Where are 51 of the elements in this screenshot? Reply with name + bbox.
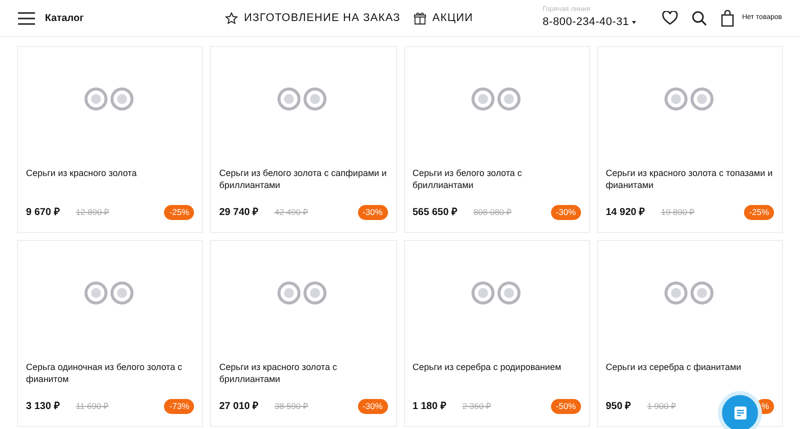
product-card[interactable]: Серьги из красного золота с бриллиантами 27 010 ₽ 38 590 ₽ -30%: [210, 240, 396, 427]
product-card[interactable]: Серьги из красного золота 9 670 ₽ 12 890 ₽ -25%: [17, 46, 204, 233]
gift-icon: [414, 12, 426, 24]
product-card[interactable]: Серьги из серебра с родированием 1 180 ₽ 2 360 ₽ -50%: [404, 240, 590, 427]
heart-icon[interactable]: [662, 11, 678, 25]
menu-icon[interactable]: [18, 12, 35, 24]
product-card[interactable]: Серьги из белого золота с сапфирами и бриллиантами 29 740 ₽ 42 490 ₽ -30%: [210, 46, 396, 233]
price: 14 920 ₽: [606, 206, 646, 220]
discount-badge: -30%: [358, 399, 388, 414]
search-icon[interactable]: [692, 10, 708, 26]
price: 3 130 ₽: [26, 400, 60, 414]
price: 29 740 ₽: [219, 206, 259, 220]
discount-badge: -73%: [164, 399, 194, 414]
catalog-link[interactable]: Каталог: [45, 10, 84, 26]
discount-badge: -30%: [550, 205, 581, 220]
discount-badge: -30%: [358, 205, 388, 220]
old-price: 42 490 ₽: [274, 206, 308, 219]
price: 1 180 ₽: [412, 400, 446, 414]
star-icon: [225, 12, 238, 24]
price: 9 670 ₽: [26, 206, 60, 220]
product-title[interactable]: Серьги из красного золота: [26, 167, 194, 191]
product-card[interactable]: Серьги из белого золота с бриллиантами 565 650 ₽ 808 080 ₽ -30%: [404, 46, 590, 233]
product-title[interactable]: Серьги из белого золота с сапфирами и бриллиантами: [219, 167, 388, 191]
old-price: 12 890 ₽: [76, 206, 110, 219]
discount-badge: -25%: [744, 205, 774, 220]
document-icon: [734, 406, 746, 420]
old-price: 19 890 ₽: [661, 206, 694, 219]
product-card[interactable]: Серьга одиночная из белого золота с фианитом 3 130 ₽ 11 690 ₽ -73%: [17, 240, 204, 427]
old-price: 808 080 ₽: [473, 206, 512, 219]
old-price: 2 360 ₽: [462, 400, 491, 413]
old-price: 11 690 ₽: [76, 400, 109, 413]
price: 27 010 ₽: [219, 400, 259, 414]
product-title[interactable]: Серьги из серебра с фианитами: [606, 361, 774, 385]
product-title[interactable]: Серьги из красного золота с бриллиантами: [219, 361, 388, 385]
discount-badge: -50%: [550, 399, 581, 414]
product-card[interactable]: Серьги из красного золота с топазами и фианитами 14 920 ₽ 19 890 ₽ -25%: [596, 46, 783, 233]
shopping-bag-icon[interactable]: [721, 10, 734, 26]
product-title[interactable]: Серьга одиночная из белого золота с фианитом: [26, 361, 194, 385]
product-title[interactable]: Серьги из белого золота с бриллиантами: [412, 167, 581, 191]
chat-button[interactable]: [718, 391, 762, 429]
product-title[interactable]: Серьги из серебра с родированием: [412, 361, 581, 385]
price: 565 650 ₽: [412, 206, 458, 220]
old-price: 1 900 ₽: [647, 400, 676, 413]
price: 950 ₽: [606, 400, 632, 414]
old-price: 38 590 ₽: [274, 400, 308, 413]
product-title[interactable]: Серьги из красного золота с топазами и фианитами: [606, 167, 774, 191]
nav-link[interactable]: АКЦИИ: [432, 10, 474, 26]
nav-link[interactable]: ИЗГОТОВЛЕНИЕ НА ЗАКАЗ: [244, 10, 400, 26]
discount-badge: -25%: [164, 205, 194, 220]
caret-icon[interactable]: [632, 20, 636, 24]
phone-number[interactable]: 8-800-234-40-31: [542, 14, 630, 30]
